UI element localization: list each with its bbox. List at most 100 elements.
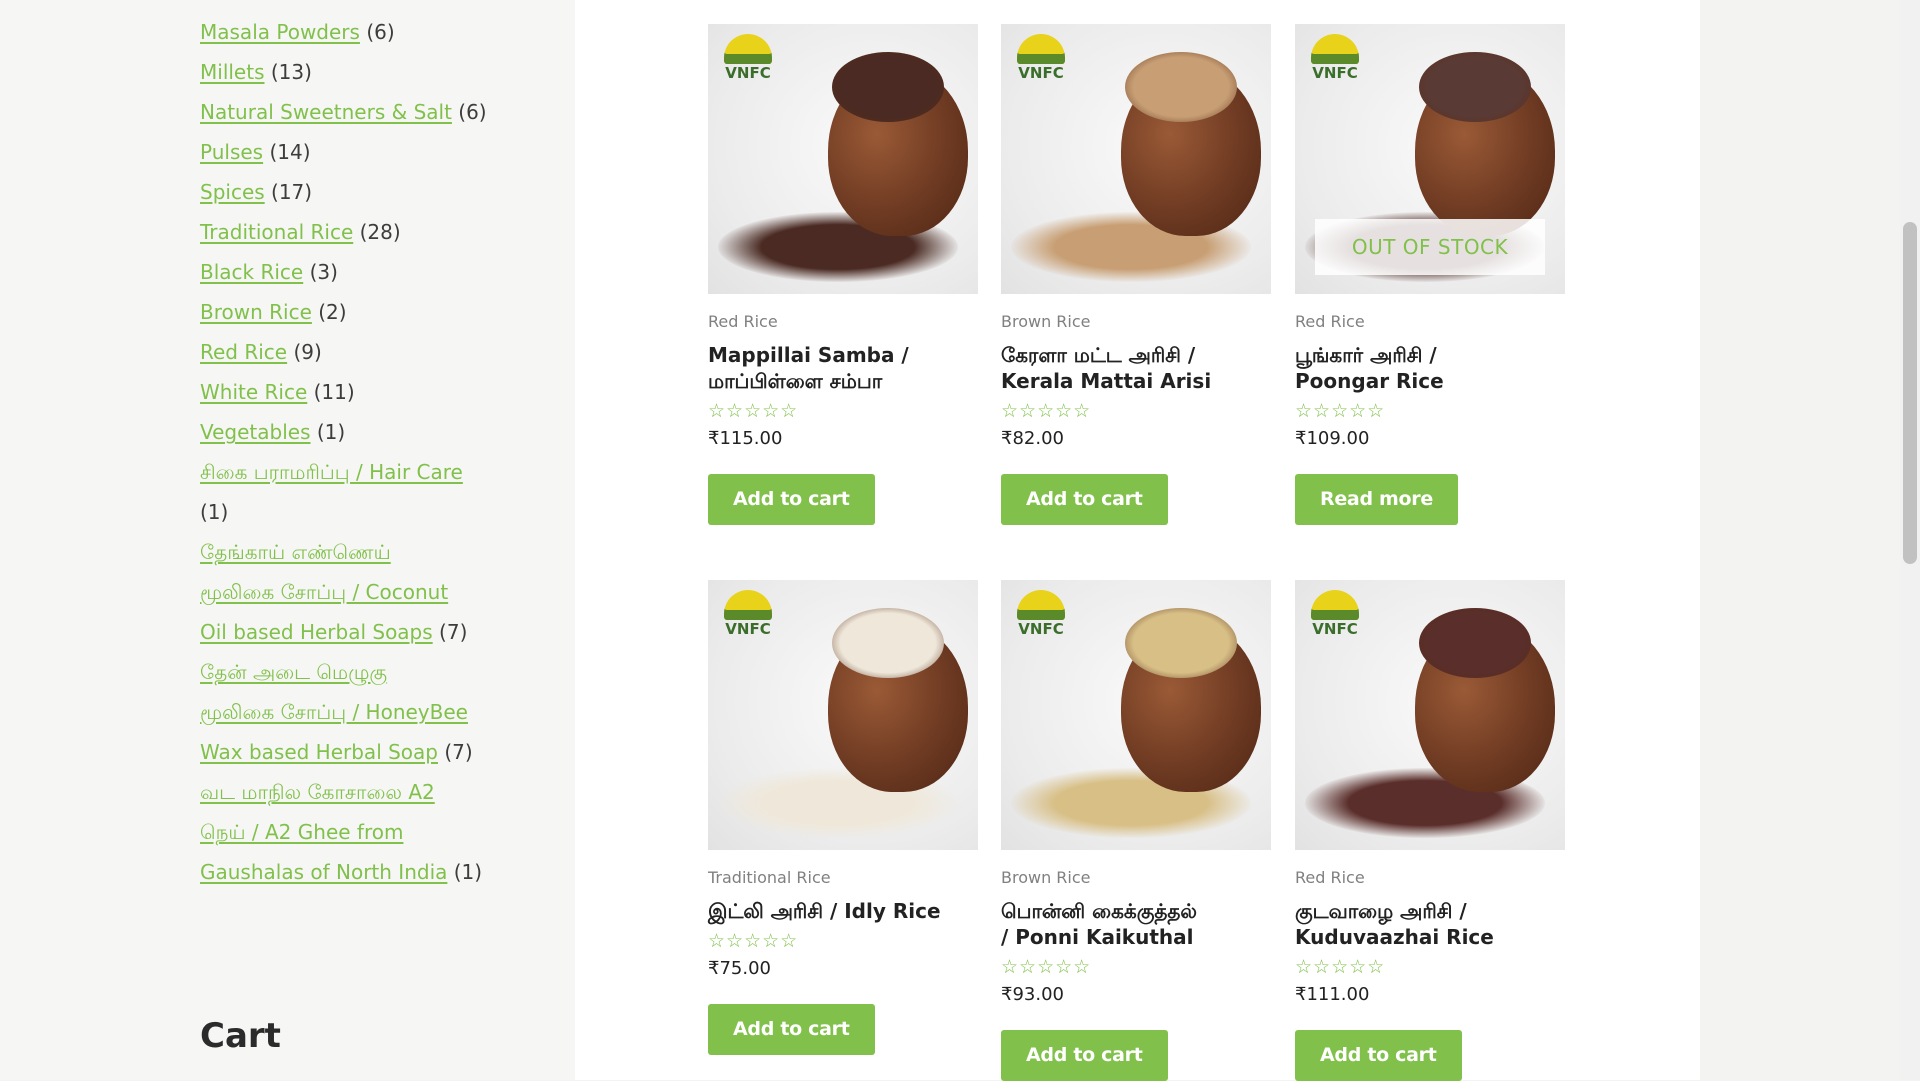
category-link[interactable]: வட மாநில கோசாலை A2	[200, 780, 435, 804]
product-title-line[interactable]: இட்லி அரிசி / Idly Rice	[708, 898, 978, 924]
product-title-line[interactable]: பொன்னி கைக்குத்தல்	[1001, 898, 1271, 924]
product-card: VNFC Red Rice Mappillai Samba / மாப்பிள்ளை …	[708, 24, 978, 525]
category-item-honeybee-soap: தேன் அடை மெழுகு	[200, 652, 510, 692]
vnfc-logo: VNFC	[1305, 590, 1365, 642]
logo-text: VNFC	[1018, 64, 1064, 82]
category-link[interactable]: நெய் / A2 Ghee from	[200, 820, 403, 844]
product-title-line[interactable]: மாப்பிள்ளை சம்பா	[708, 368, 978, 394]
sidebar: Masala Powders (6) Millets (13) Natural …	[0, 0, 575, 1080]
star-rating: ☆☆☆☆☆	[1001, 400, 1092, 422]
add-to-cart-button[interactable]: Add to cart	[708, 474, 875, 525]
category-link[interactable]: Pulses	[200, 140, 263, 164]
read-more-button[interactable]: Read more	[1295, 474, 1458, 525]
product-image[interactable]: VNFC	[708, 24, 978, 294]
category-link[interactable]: தேங்காய் எண்ணெய்	[200, 540, 391, 564]
category-link[interactable]: Traditional Rice	[200, 220, 353, 244]
pot-grains	[1419, 608, 1531, 678]
out-of-stock-badge: OUT OF STOCK	[1315, 219, 1545, 275]
category-link[interactable]: Black Rice	[200, 260, 303, 284]
logo-text: VNFC	[725, 620, 771, 638]
category-count: (1)	[316, 420, 346, 444]
product-image[interactable]: VNFC	[1001, 24, 1271, 294]
product-title[interactable]: குடவாழை அரிசி / Kuduvaazhai Rice	[1295, 898, 1565, 950]
product-category[interactable]: Brown Rice	[1001, 868, 1271, 890]
category-link[interactable]: Vegetables	[200, 420, 311, 444]
vnfc-logo: VNFC	[718, 590, 778, 642]
category-item: Traditional Rice (28)	[200, 212, 510, 252]
category-link[interactable]: தேன் அடை மெழுகு	[200, 660, 387, 684]
product-card: VNFC Traditional Rice இட்லி அரிசி / Idly R…	[708, 580, 978, 1055]
category-link[interactable]: Natural Sweetners & Salt	[200, 100, 452, 124]
pot-grains	[1125, 608, 1237, 678]
category-item-a2-ghee: Gaushalas of North India (1)	[200, 852, 510, 892]
product-image[interactable]: VNFC OUT OF STOCK	[1295, 24, 1565, 294]
product-category[interactable]: Red Rice	[708, 312, 978, 334]
product-category[interactable]: Traditional Rice	[708, 868, 978, 890]
product-title[interactable]: பூங்கார் அரிசி / Poongar Rice	[1295, 342, 1565, 394]
star-rating: ☆☆☆☆☆	[708, 400, 799, 422]
product-title-line[interactable]: Kerala Mattai Arisi	[1001, 368, 1271, 394]
scrollbar-thumb[interactable]	[1903, 222, 1917, 564]
product-title-line[interactable]: / Ponni Kaikuthal	[1001, 924, 1271, 950]
product-title-line[interactable]: Poongar Rice	[1295, 368, 1565, 394]
logo-sun-icon	[1017, 590, 1065, 620]
product-price: ₹111.00	[1295, 984, 1370, 1005]
category-link[interactable]: Red Rice	[200, 340, 287, 364]
category-item: Vegetables (1)	[200, 412, 510, 452]
product-price: ₹75.00	[708, 958, 771, 979]
star-rating: ☆☆☆☆☆	[1295, 956, 1386, 978]
product-category[interactable]: Brown Rice	[1001, 312, 1271, 334]
add-to-cart-button[interactable]: Add to cart	[1295, 1030, 1462, 1081]
product-title-line[interactable]: குடவாழை அரிசி /	[1295, 898, 1565, 924]
add-to-cart-button[interactable]: Add to cart	[708, 1004, 875, 1055]
category-link[interactable]: Masala Powders	[200, 20, 360, 44]
star-rating: ☆☆☆☆☆	[708, 930, 799, 952]
product-title-line[interactable]: Mappillai Samba /	[708, 342, 978, 368]
category-link[interactable]: மூலிகை சோப்பு / HoneyBee	[200, 700, 468, 724]
product-card: VNFC Red Rice குடவாழை அரிசி / Kuduvaazhai R…	[1295, 580, 1565, 1081]
product-title-line[interactable]: பூங்கார் அரிசி /	[1295, 342, 1565, 368]
category-link[interactable]: Wax based Herbal Soap	[200, 740, 438, 764]
category-link[interactable]: Gaushalas of North India	[200, 860, 447, 884]
logo-text: VNFC	[1312, 64, 1358, 82]
product-category[interactable]: Red Rice	[1295, 312, 1565, 334]
product-category[interactable]: Red Rice	[1295, 868, 1565, 890]
product-title[interactable]: Mappillai Samba / மாப்பிள்ளை சம்பா	[708, 342, 978, 394]
category-item: Pulses (14)	[200, 132, 510, 172]
product-title[interactable]: கேரளா மட்ட அரிசி / Kerala Mattai Arisi	[1001, 342, 1271, 394]
product-title[interactable]: இட்லி அரிசி / Idly Rice	[708, 898, 978, 924]
category-item-honeybee-soap: Wax based Herbal Soap (7)	[200, 732, 510, 772]
product-image[interactable]: VNFC	[708, 580, 978, 850]
category-link[interactable]: மூலிகை சோப்பு / Coconut	[200, 580, 448, 604]
category-item: Black Rice (3)	[200, 252, 510, 292]
category-link[interactable]: சிகை பராமரிப்பு / Hair Care	[200, 460, 463, 484]
logo-sun-icon	[1311, 34, 1359, 64]
category-count: (2)	[318, 300, 347, 324]
product-title-line[interactable]: கேரளா மட்ட அரிசி /	[1001, 342, 1271, 368]
category-link[interactable]: Spices	[200, 180, 265, 204]
category-item: Millets (13)	[200, 52, 510, 92]
category-link[interactable]: White Rice	[200, 380, 307, 404]
product-image[interactable]: VNFC	[1001, 580, 1271, 850]
category-item-coconut-soap: தேங்காய் எண்ணெய்	[200, 532, 510, 572]
category-item: Masala Powders (6)	[200, 12, 510, 52]
product-title[interactable]: பொன்னி கைக்குத்தல் / Ponni Kaikuthal	[1001, 898, 1271, 950]
logo-text: VNFC	[1312, 620, 1358, 638]
category-link[interactable]: Millets	[200, 60, 265, 84]
category-link[interactable]: Oil based Herbal Soaps	[200, 620, 433, 644]
category-item-coconut-soap: Oil based Herbal Soaps (7)	[200, 612, 510, 652]
product-image[interactable]: VNFC	[1295, 580, 1565, 850]
category-link[interactable]: Brown Rice	[200, 300, 312, 324]
category-count: (13)	[270, 60, 312, 84]
add-to-cart-button[interactable]: Add to cart	[1001, 1030, 1168, 1081]
category-count: (28)	[359, 220, 401, 244]
pot-grains	[832, 52, 944, 122]
category-count: (6)	[458, 100, 487, 124]
category-item-a2-ghee: வட மாநில கோசாலை A2	[200, 772, 510, 812]
product-title-line[interactable]: Kuduvaazhai Rice	[1295, 924, 1565, 950]
add-to-cart-button[interactable]: Add to cart	[1001, 474, 1168, 525]
vnfc-logo: VNFC	[1011, 34, 1071, 86]
category-item: Natural Sweetners & Salt (6)	[200, 92, 510, 132]
category-count: (6)	[366, 20, 395, 44]
product-card: VNFC OUT OF STOCK Red Rice பூங்கார் அரிசி /…	[1295, 24, 1565, 525]
